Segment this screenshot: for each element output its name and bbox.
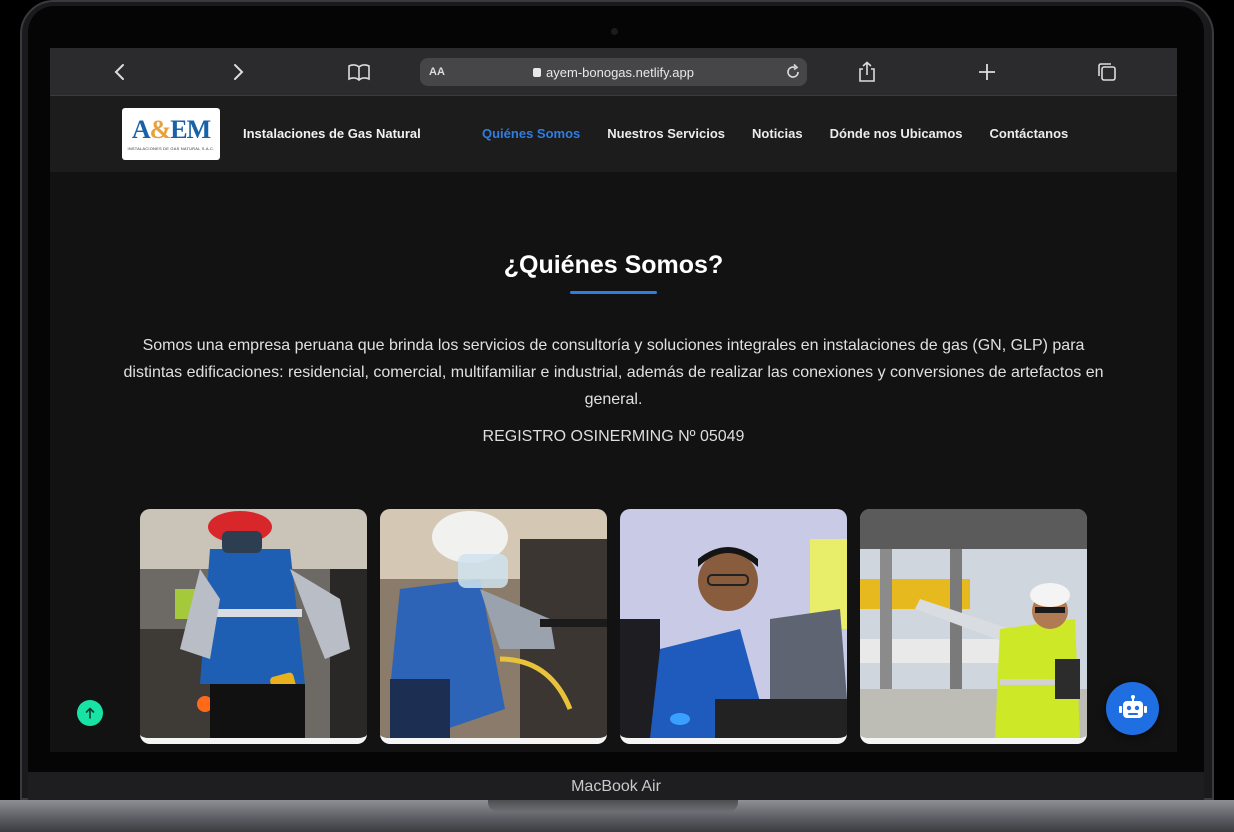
forward-icon[interactable] xyxy=(224,58,252,86)
nav-nuestros-servicios[interactable]: Nuestros Servicios xyxy=(607,126,725,141)
company-logo[interactable]: A&EM INSTALACIONES DE GAS NATURAL S.A.C. xyxy=(122,108,220,160)
url-text: ayem-bonogas.netlify.app xyxy=(546,64,694,80)
back-icon[interactable] xyxy=(106,58,134,86)
arrow-up-icon xyxy=(85,707,95,719)
supervisor-at-plant-photo[interactable] xyxy=(860,509,1087,744)
main-menu: Quiénes Somos Nuestros Servicios Noticia… xyxy=(482,126,1068,141)
robot-icon xyxy=(1118,694,1147,718)
about-text: Somos una empresa peruana que brinda los… xyxy=(123,337,1104,408)
camera xyxy=(611,28,618,35)
new-tab-icon[interactable] xyxy=(973,58,1001,86)
share-icon[interactable] xyxy=(853,58,881,86)
title-underline xyxy=(570,291,657,294)
section-title: ¿Quiénes Somos? xyxy=(503,251,724,279)
device-label: MacBook Air xyxy=(571,778,661,795)
brand-name[interactable]: Instalaciones de Gas Natural xyxy=(243,126,421,141)
nav-noticias[interactable]: Noticias xyxy=(752,126,803,141)
address-bar[interactable]: AA ayem-bonogas.netlify.app xyxy=(420,58,807,86)
technician-welding-photo[interactable] xyxy=(140,509,367,744)
reload-icon[interactable] xyxy=(785,63,801,86)
scroll-to-top-button[interactable] xyxy=(77,700,103,726)
tabs-icon[interactable] xyxy=(1093,58,1121,86)
photo-gallery xyxy=(140,509,1087,744)
technician-installing-photo[interactable] xyxy=(380,509,607,744)
laptop-notch xyxy=(488,800,738,812)
logo-subtitle: INSTALACIONES DE GAS NATURAL S.A.C. xyxy=(127,146,215,151)
laptop-chin: MacBook Air xyxy=(28,772,1204,802)
lock-icon xyxy=(533,67,542,77)
browser-toolbar: AA ayem-bonogas.netlify.app xyxy=(50,48,1177,96)
bookmarks-icon[interactable] xyxy=(345,58,373,86)
nav-donde-nos-ubicamos[interactable]: Dónde nos Ubicamos xyxy=(830,126,963,141)
nav-quienes-somos[interactable]: Quiénes Somos xyxy=(482,126,580,141)
nav-contactanos[interactable]: Contáctanos xyxy=(990,126,1069,141)
registro-text: REGISTRO OSINERMING Nº 05049 xyxy=(482,428,745,445)
browser-screen: AA ayem-bonogas.netlify.app A&EM INSTALA… xyxy=(50,48,1177,752)
chatbot-button[interactable] xyxy=(1106,682,1159,735)
site-header: A&EM INSTALACIONES DE GAS NATURAL S.A.C.… xyxy=(50,96,1177,172)
engineer-at-laptop-photo[interactable] xyxy=(620,509,847,744)
